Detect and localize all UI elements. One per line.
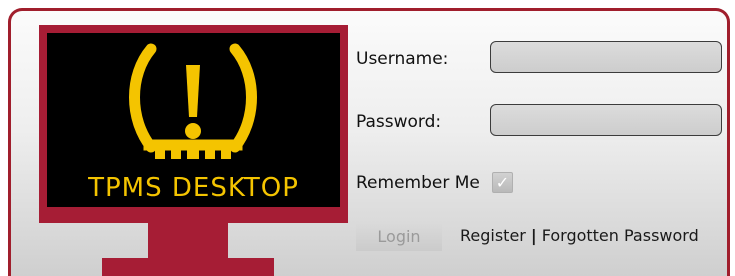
logo-stand-base	[102, 258, 274, 276]
username-field[interactable]	[490, 41, 722, 73]
logo-stand-neck	[148, 222, 228, 258]
tpms-desktop-logo: TPMS DESKTOP	[39, 25, 348, 223]
remember-me-label: Remember Me	[356, 173, 480, 193]
remember-me-checkbox[interactable]: ✓	[492, 172, 513, 193]
tire-pressure-warning-icon	[129, 43, 257, 159]
username-label: Username:	[356, 49, 449, 69]
logo-screen: TPMS DESKTOP	[47, 33, 340, 207]
link-separator: |	[530, 226, 537, 245]
password-label: Password:	[356, 112, 442, 132]
checkmark-icon: ✓	[495, 173, 510, 192]
account-links: Register | Forgotten Password	[460, 226, 699, 245]
password-field[interactable]	[490, 104, 722, 136]
login-panel: TPMS DESKTOP Username: Password: Remembe…	[8, 8, 730, 276]
login-button[interactable]: Login	[356, 223, 442, 251]
register-link[interactable]: Register	[460, 226, 526, 245]
forgotten-password-link[interactable]: Forgotten Password	[542, 226, 699, 245]
logo-text: TPMS DESKTOP	[88, 173, 299, 203]
